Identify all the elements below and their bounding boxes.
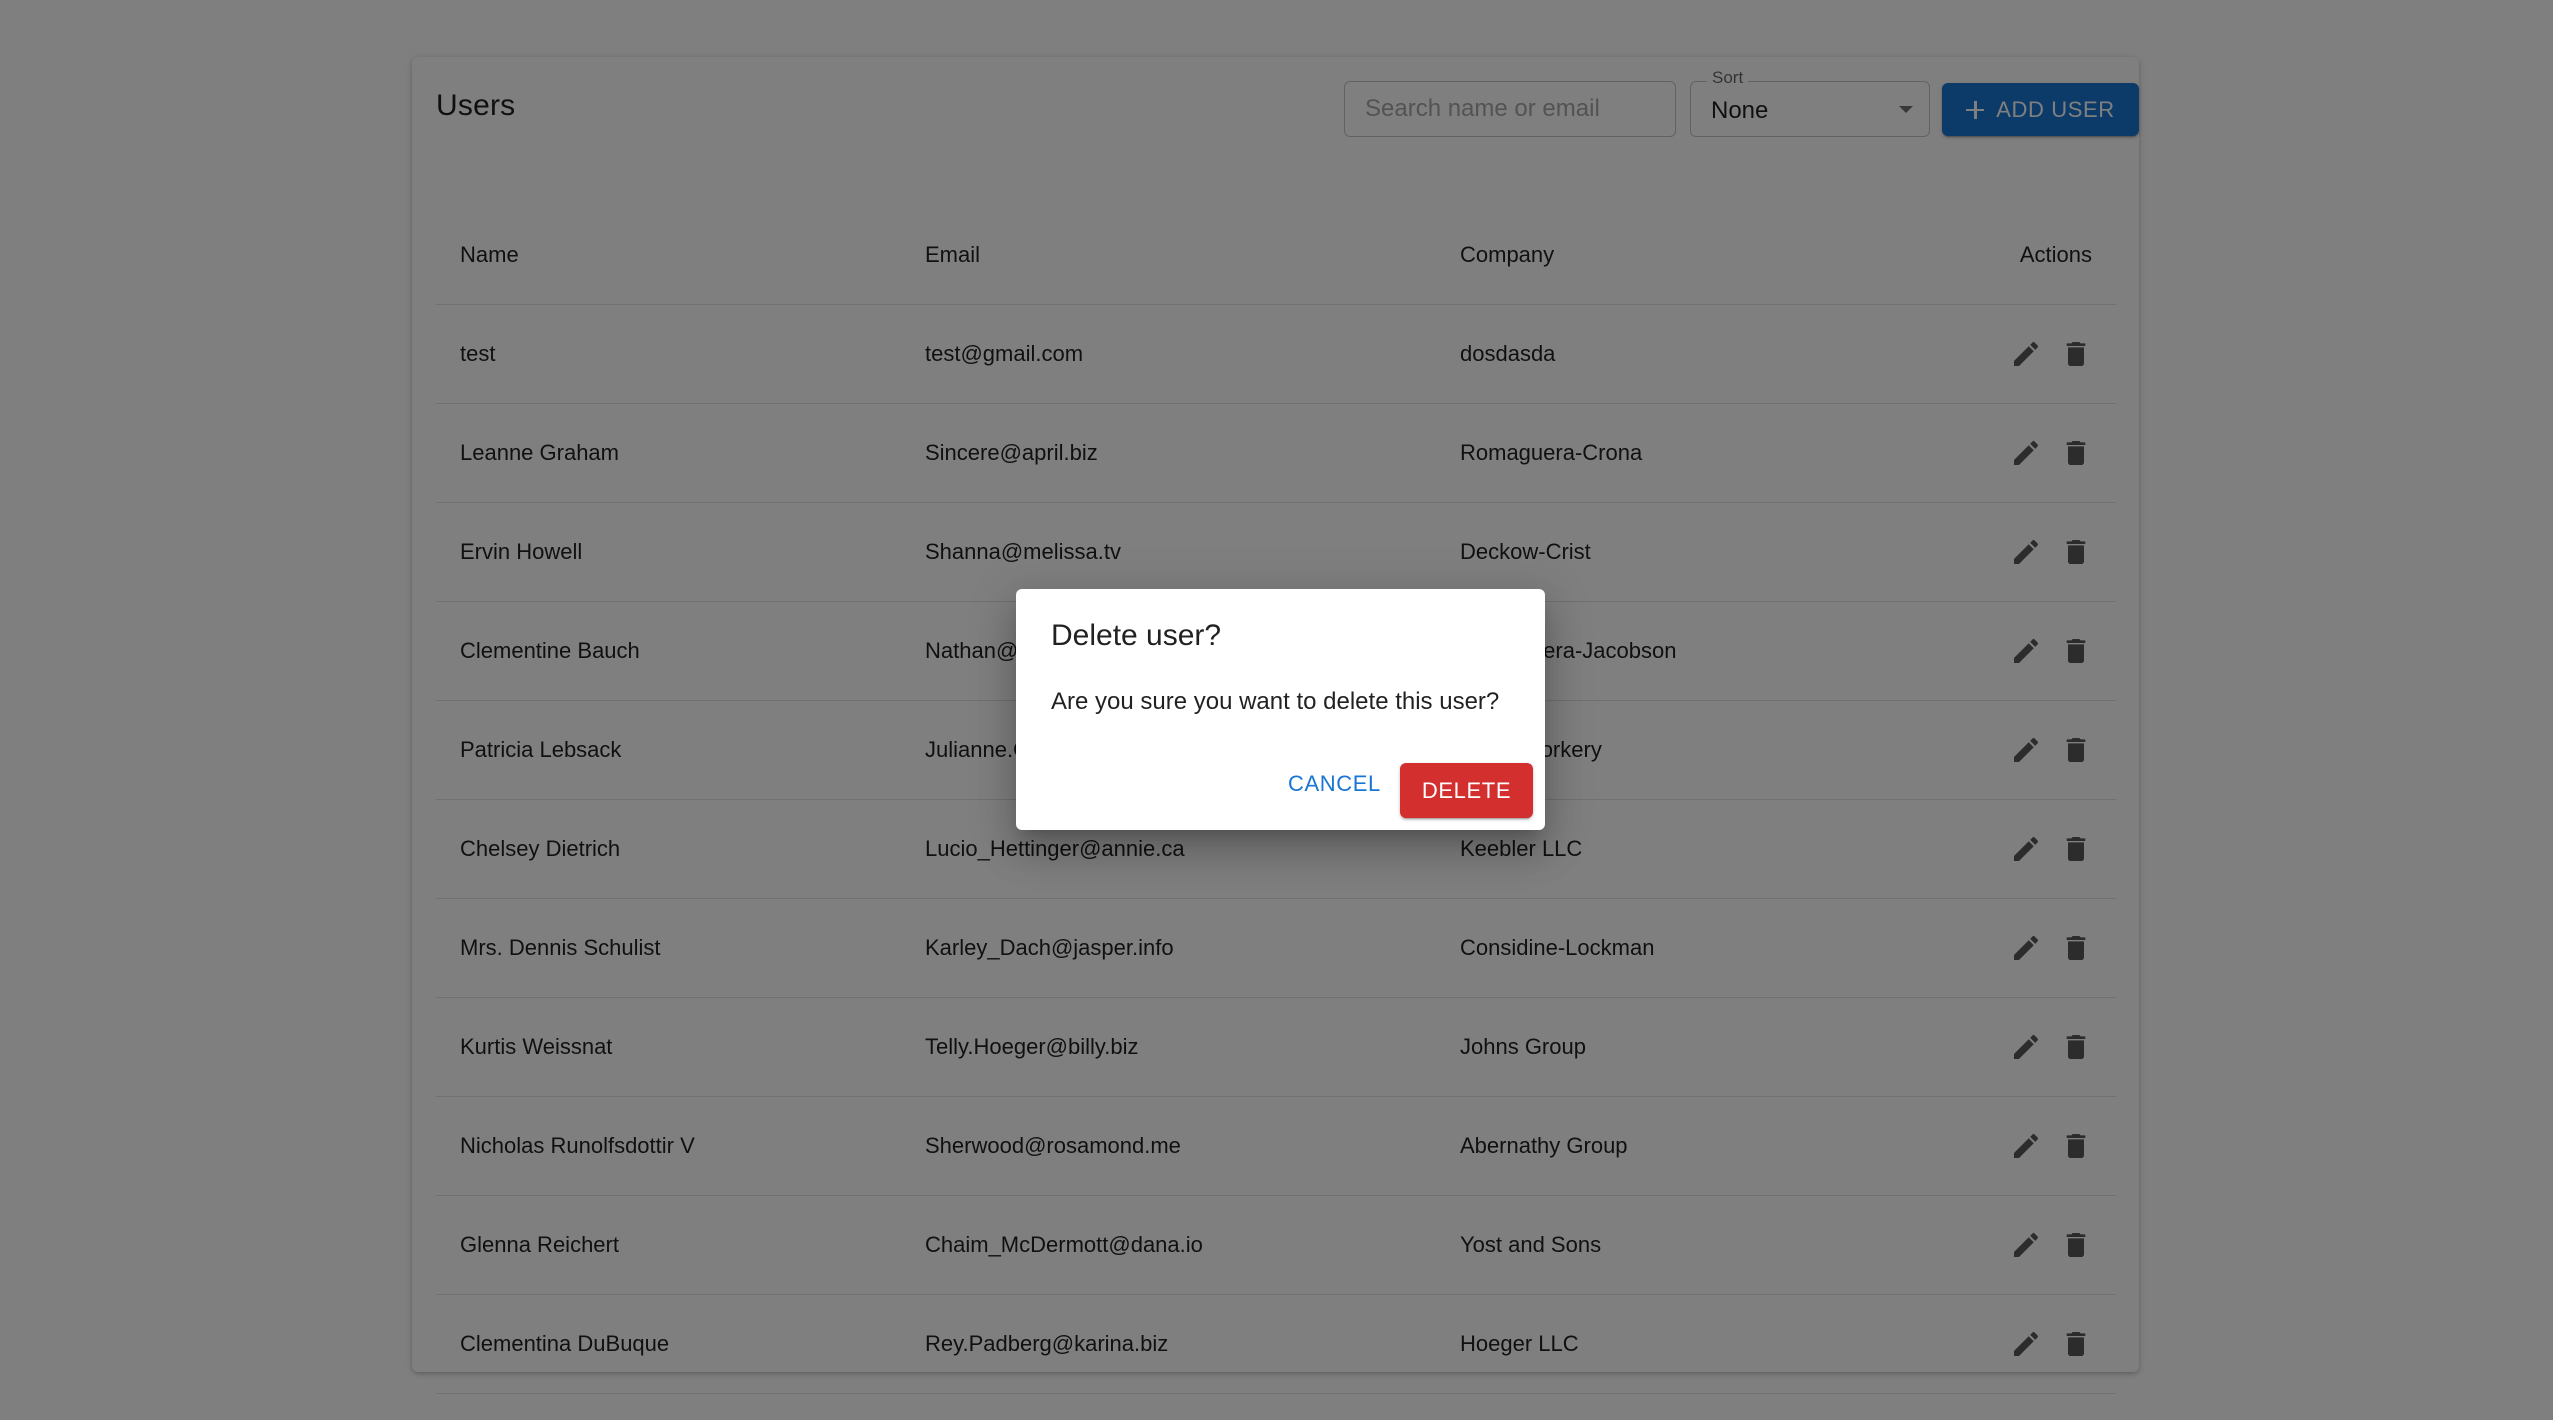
dialog-message: Are you sure you want to delete this use… <box>1051 688 1500 715</box>
delete-user-dialog: Delete user? Are you sure you want to de… <box>1016 589 1545 830</box>
dialog-title: Delete user? <box>1051 619 1222 652</box>
cancel-button[interactable]: CANCEL <box>1278 762 1391 806</box>
users-page: Users Sort None ADD USER Name <box>0 0 2553 1420</box>
delete-button[interactable]: DELETE <box>1400 763 1533 818</box>
